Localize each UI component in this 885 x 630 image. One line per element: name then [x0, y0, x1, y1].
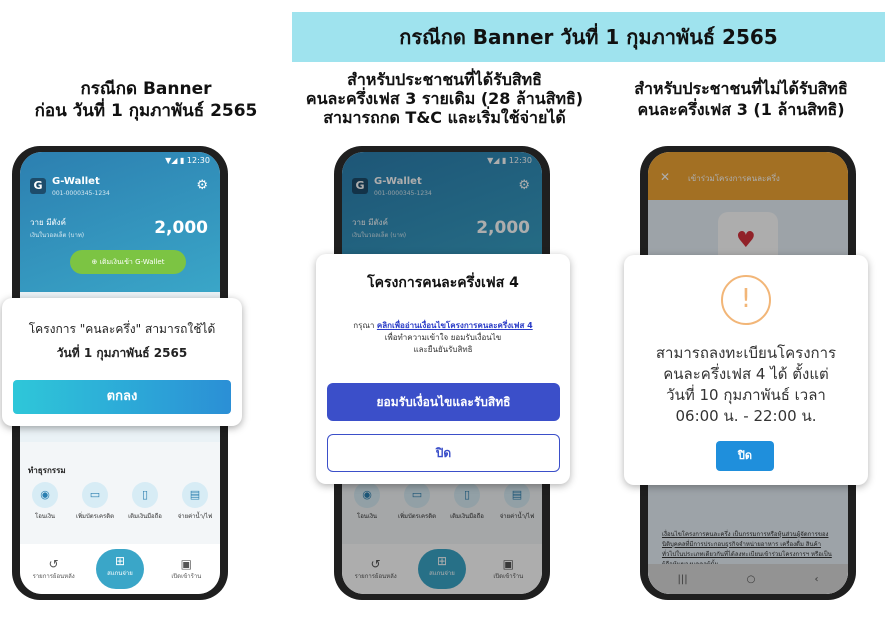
right-heading: สำหรับประชาชนที่ไม่ได้รับสิทธิ คนละครึ่ง…	[597, 78, 885, 120]
service-label: เพิ่มบัตรเครดิต	[76, 513, 114, 520]
bill-icon: ▤	[182, 482, 208, 508]
message-line-1: สามารถลงทะเบียนโครงการ	[655, 344, 837, 362]
nav-label: เปิดเข้าร้าน	[171, 573, 202, 580]
services-row: ◉ โอนเงิน ▭ เพิ่มบัตรเครดิต ▯ เติมเงินมือถื…	[20, 482, 220, 521]
nav-label: สแกนจ่าย	[107, 570, 133, 577]
close-button[interactable]: ปิด	[716, 441, 774, 471]
dialog-middle-body: กรุณา คลิกเพื่ออ่านเงื่อนไขโครงการคนละคร…	[326, 320, 560, 356]
middle-heading-line-2: คนละครึ่งเฟส 3 รายเดิม (28 ล้านสิทธิ)	[305, 89, 584, 108]
accept-terms-button[interactable]: ยอมรับเงื่อนไขและรับสิทธิ	[327, 383, 560, 421]
scan-icon: ⊞	[114, 554, 126, 568]
middle-heading-line-3: สามารถกด T&C และเริ่มใช้จ่ายได้	[323, 108, 566, 127]
balance-label: เงินในวอลเล็ต (บาท)	[30, 232, 85, 239]
service-label: จ่ายค่าน้ำ/ไฟ	[177, 513, 213, 520]
card-icon: ▭	[82, 482, 108, 508]
body-line-3: และยืนยันรับสิทธิ	[413, 345, 473, 354]
service-transfer[interactable]: ◉ โอนเงิน	[23, 482, 67, 521]
gear-icon[interactable]: ⚙	[196, 178, 208, 193]
message-line-4: 06:00 น. - 22:00 น.	[675, 407, 817, 425]
status-bar: ▼◢ ▮ 12:30	[165, 156, 210, 165]
dialog-left-line-2: วันที่ 1 กุมภาพันธ์ 2565	[56, 346, 188, 360]
left-heading: กรณีกด Banner ก่อน วันที่ 1 กุมภาพันธ์ 2…	[0, 78, 292, 122]
warning-icon: !	[721, 275, 771, 325]
slide: กรณีกด Banner วันที่ 1 กุมภาพันธ์ 2565 ก…	[0, 0, 885, 630]
g-logo-icon: G	[30, 178, 46, 194]
middle-heading-line-1: สำหรับประชาชนที่ได้รับสิทธิ	[347, 70, 542, 89]
dialog-middle: โครงการคนละครึ่งเฟส 4 กรุณา คลิกเพื่ออ่า…	[316, 254, 570, 484]
topup-label: เติมเงินเข้า G-Wallet	[99, 258, 165, 266]
services-title: ทำธุรกรรม	[28, 466, 66, 475]
balance-value: 2,000	[154, 218, 208, 238]
body-line-2: เพื่อทำความเข้าใจ ยอมรับเงื่อนไข	[384, 333, 502, 342]
dialog-right: ! สามารถลงทะเบียนโครงการ คนละครึ่งเฟส 4 …	[624, 255, 868, 485]
close-button[interactable]: ปิด	[327, 434, 560, 472]
dialog-middle-title: โครงการคนละครึ่งเฟส 4	[367, 275, 519, 291]
left-heading-line-2: ก่อน วันที่ 1 กุมภาพันธ์ 2565	[34, 101, 258, 121]
nav-label: รายการย้อนหลัง	[32, 573, 75, 580]
dialog-left-line-1: โครงการ "คนละครึ่ง" สามารถใช้ได้	[28, 322, 216, 336]
middle-heading: สำหรับประชาชนที่ได้รับสิทธิ คนละครึ่งเฟส…	[292, 70, 597, 127]
right-heading-line-1: สำหรับประชาชนที่ไม่ได้รับสิทธิ	[634, 79, 848, 98]
shop-icon: ▣	[180, 557, 192, 571]
wallet-header: ▼◢ ▮ 12:30 G G-Wallet 001-0000345-1234 ⚙…	[20, 152, 220, 292]
user-name: วาย มีตังค์	[30, 218, 66, 227]
message-line-3: วันที่ 10 กุมภาพันธ์ เวลา	[666, 386, 826, 404]
body-prefix: กรุณา	[353, 321, 375, 330]
service-label: โอนเงิน	[34, 513, 55, 520]
right-heading-line-2: คนละครึ่งเฟส 3 (1 ล้านสิทธิ)	[637, 100, 845, 119]
terms-link[interactable]: คลิกเพื่ออ่านเงื่อนไขโครงการคนละครึ่งเฟส…	[377, 321, 533, 330]
nav-history[interactable]: ↺ รายการย้อนหลัง	[29, 557, 79, 581]
dialog-right-message: สามารถลงทะเบียนโครงการ คนละครึ่งเฟส 4 ได…	[624, 343, 868, 427]
transfer-icon: ◉	[32, 482, 58, 508]
service-add-card[interactable]: ▭ เพิ่มบัตรเครดิต	[73, 482, 117, 521]
mobile-icon: ▯	[132, 482, 158, 508]
plus-icon: ⊕	[91, 258, 100, 266]
bottom-nav: ↺ รายการย้อนหลัง ⊞ สแกนจ่าย ▣ เปิดเข้าร้าน	[20, 544, 220, 594]
wallet-name: G-Wallet	[52, 176, 100, 187]
ok-button[interactable]: ตกลง	[13, 380, 231, 414]
history-icon: ↺	[48, 557, 59, 571]
dialog-left: โครงการ "คนละครึ่ง" สามารถใช้ได้ วันที่ …	[2, 298, 242, 426]
nav-scan[interactable]: ⊞ สแกนจ่าย	[95, 549, 144, 589]
banner-title: กรณีกด Banner วันที่ 1 กุมภาพันธ์ 2565	[292, 12, 885, 62]
wallet-account: 001-0000345-1234	[52, 190, 110, 197]
service-bills[interactable]: ▤ จ่ายค่าน้ำ/ไฟ	[173, 482, 217, 521]
message-line-2: คนละครึ่งเฟส 4 ได้ ตั้งแต่	[663, 365, 829, 383]
service-label: เติมเงินมือถือ	[128, 513, 162, 520]
topup-button[interactable]: ⊕ เติมเงินเข้า G-Wallet	[70, 250, 186, 274]
service-mobile-topup[interactable]: ▯ เติมเงินมือถือ	[123, 482, 167, 521]
nav-shop[interactable]: ▣ เปิดเข้าร้าน	[161, 557, 211, 581]
left-heading-line-1: กรณีกด Banner	[80, 79, 212, 99]
